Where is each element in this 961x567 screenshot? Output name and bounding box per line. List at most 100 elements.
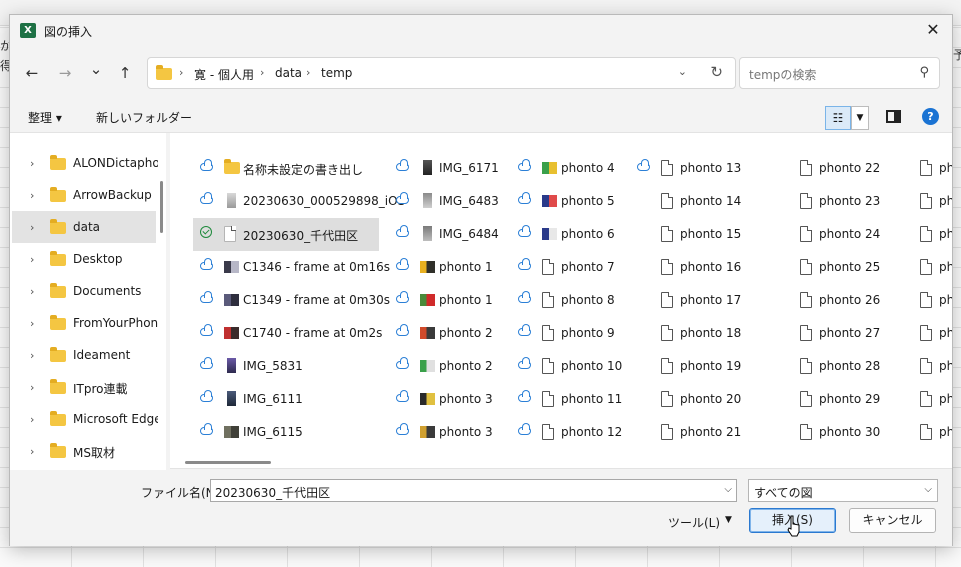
navigation-pane-scrollbar[interactable] — [158, 133, 166, 470]
file-item[interactable]: phonto 3 — [889, 383, 952, 416]
file-item[interactable]: phonto 13 — [630, 152, 750, 185]
file-item[interactable]: phonto 10 — [511, 350, 629, 383]
chevron-right-icon[interactable]: › — [30, 285, 34, 298]
file-item[interactable]: phonto 3 — [889, 350, 952, 383]
tree-item[interactable]: › ArrowBackup — [12, 179, 156, 211]
file-item[interactable]: phonto 11 — [511, 383, 629, 416]
file-item[interactable]: IMG_6483 — [389, 185, 509, 218]
chevron-right-icon[interactable]: › — [30, 349, 34, 362]
tree-item[interactable]: › ALONDictapho — [12, 147, 158, 179]
file-item[interactable]: phonto 23 — [769, 185, 887, 218]
tools-chevron-down-icon[interactable]: ▼ — [725, 515, 732, 525]
file-item[interactable]: C1740 - frame at 0m2s — [193, 317, 383, 350]
chevron-right-icon[interactable]: › — [30, 157, 34, 170]
file-item[interactable]: C1346 - frame at 0m16s — [193, 251, 390, 284]
file-item[interactable]: IMG_6111 — [193, 383, 383, 416]
file-item[interactable]: phonto 3 — [389, 416, 509, 449]
chevron-down-icon[interactable]: ⌵ — [924, 484, 932, 495]
horizontal-scrollbar-thumb[interactable] — [185, 461, 271, 464]
file-item[interactable]: phonto 3 — [889, 317, 952, 350]
recent-locations-chevron-icon[interactable]: ⌄ — [85, 58, 107, 80]
view-list-icon[interactable]: ☷ — [825, 106, 851, 130]
file-item[interactable]: phonto 19 — [630, 350, 750, 383]
chevron-right-icon[interactable]: › — [179, 66, 183, 79]
forward-arrow-icon[interactable]: → — [54, 62, 76, 84]
organize-menu-button[interactable]: 整理 ▾ — [28, 109, 62, 126]
address-history-chevron-icon[interactable]: ⌄ — [678, 65, 687, 78]
file-item[interactable]: phonto 3 — [889, 251, 952, 284]
cancel-button[interactable]: キャンセル — [849, 508, 936, 533]
new-folder-button[interactable]: 新しいフォルダー — [96, 109, 192, 126]
file-item[interactable]: phonto 15 — [630, 218, 750, 251]
file-item[interactable]: 20230630_千代田区 — [193, 218, 379, 251]
file-item[interactable]: phonto 2 — [389, 350, 509, 383]
file-item[interactable]: phonto 26 — [769, 284, 887, 317]
tree-item[interactable]: › data — [12, 211, 156, 243]
back-arrow-icon[interactable]: ← — [21, 62, 43, 84]
file-type-select[interactable]: すべての図 ⌵ — [748, 479, 938, 502]
file-item[interactable]: IMG_6115 — [193, 416, 383, 449]
breadcrumb-item[interactable]: temp — [321, 66, 352, 80]
tree-item[interactable]: › Documents — [12, 275, 156, 307]
file-item[interactable]: phonto 2 — [389, 317, 509, 350]
chevron-right-icon[interactable]: › — [30, 413, 34, 426]
file-item[interactable]: C1349 - frame at 0m30s — [193, 284, 390, 317]
file-item[interactable]: phonto 29 — [769, 383, 887, 416]
file-item[interactable]: phonto 5 — [511, 185, 629, 218]
tree-item[interactable]: › FromYourPhon — [12, 307, 158, 339]
search-input[interactable]: tempの検索 ⚲ — [739, 57, 940, 89]
tree-item[interactable]: › Microsoft Edge — [12, 403, 158, 435]
chevron-right-icon[interactable]: › — [30, 221, 34, 234]
up-arrow-icon[interactable]: ↑ — [114, 62, 136, 84]
file-item[interactable]: phonto 3 — [889, 284, 952, 317]
file-item[interactable]: IMG_5831 — [193, 350, 383, 383]
file-item[interactable]: phonto 1 — [389, 284, 509, 317]
view-options-chevron-icon[interactable]: ▼ — [851, 106, 869, 130]
chevron-right-icon[interactable]: › — [30, 253, 34, 266]
chevron-down-icon[interactable]: ⌵ — [724, 484, 732, 495]
filename-input[interactable]: 20230630_千代田区 ⌵ — [210, 479, 737, 502]
tree-item[interactable]: › ITpro連載 — [12, 371, 156, 403]
chevron-right-icon[interactable]: › — [30, 381, 34, 394]
file-item[interactable]: phonto 30 — [769, 416, 887, 449]
file-item[interactable]: IMG_6484 — [389, 218, 509, 251]
file-item[interactable]: phonto 3 — [889, 152, 952, 185]
file-item[interactable]: IMG_6171 — [389, 152, 509, 185]
file-item[interactable]: phonto 1 — [389, 251, 509, 284]
address-bar[interactable]: › 寛 - 個人用 › data › temp ⌄ ↻ — [147, 57, 736, 89]
chevron-right-icon[interactable]: › — [30, 317, 34, 330]
file-item[interactable]: phonto 7 — [511, 251, 629, 284]
file-item[interactable]: phonto 22 — [769, 152, 887, 185]
file-item[interactable]: phonto 17 — [630, 284, 750, 317]
preview-pane-icon[interactable] — [886, 110, 901, 123]
file-item[interactable]: phonto 12 — [511, 416, 629, 449]
breadcrumb-item[interactable]: data — [275, 66, 302, 80]
chevron-right-icon[interactable]: › — [260, 66, 264, 79]
tree-item[interactable]: › Desktop — [12, 243, 156, 275]
file-item[interactable]: phonto 21 — [630, 416, 750, 449]
file-item[interactable]: phonto 24 — [769, 218, 887, 251]
tree-item[interactable]: › MS取材 — [12, 435, 156, 467]
search-icon[interactable]: ⚲ — [919, 65, 929, 80]
chevron-right-icon[interactable]: › — [30, 189, 34, 202]
tree-item[interactable]: › Ideament — [12, 339, 156, 371]
file-item[interactable]: 名称未設定の書き出し — [193, 152, 383, 185]
file-item[interactable]: phonto 3 — [889, 185, 952, 218]
close-icon[interactable]: ✕ — [922, 19, 944, 41]
chevron-right-icon[interactable]: › — [306, 66, 310, 79]
file-item[interactable]: phonto 28 — [769, 350, 887, 383]
file-item[interactable]: phonto 8 — [511, 284, 629, 317]
help-icon[interactable]: ? — [922, 108, 939, 125]
file-item[interactable]: phonto 27 — [769, 317, 887, 350]
file-item[interactable]: phonto 20 — [630, 383, 750, 416]
file-item[interactable]: phonto 9 — [511, 317, 629, 350]
file-item[interactable]: phonto 18 — [630, 317, 750, 350]
scrollbar-thumb[interactable] — [160, 181, 163, 233]
file-item[interactable]: phonto 25 — [769, 251, 887, 284]
file-item[interactable]: phonto 4 — [511, 152, 629, 185]
file-item[interactable]: phonto 14 — [630, 185, 750, 218]
refresh-icon[interactable]: ↻ — [710, 63, 723, 81]
breadcrumb-item[interactable]: 寛 - 個人用 — [194, 66, 254, 83]
file-item[interactable]: phonto 16 — [630, 251, 750, 284]
chevron-right-icon[interactable]: › — [30, 445, 34, 458]
